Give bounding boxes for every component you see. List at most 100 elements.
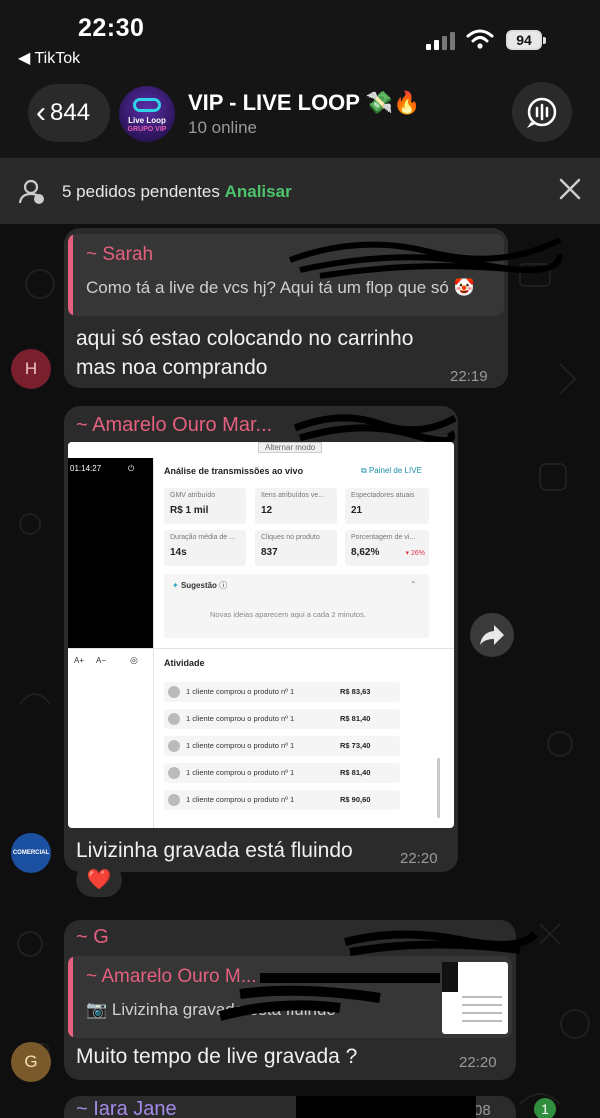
user-avatar[interactable]: H	[11, 349, 51, 389]
metric-value: 12	[261, 505, 273, 516]
power-icon: ⏻	[128, 464, 135, 473]
metric-value: R$ 1 mil	[170, 505, 209, 516]
message-time: 22:20	[400, 850, 438, 867]
product-thumb-icon	[168, 713, 180, 725]
message-sender[interactable]: ~ G	[76, 926, 109, 949]
online-count: 10 online	[188, 118, 258, 137]
back-to-app-link[interactable]: ◀ TikTok	[18, 48, 80, 68]
metric-label: Cliques no produto	[261, 534, 320, 541]
activity-row: 1 cliente comprou o produto nº 1 R$ 81,40	[164, 763, 400, 783]
message-text: Livizinha gravada está fluindo	[76, 839, 353, 862]
sparkle-icon: ✦	[172, 581, 179, 590]
user-avatar[interactable]: G	[11, 1042, 51, 1082]
product-thumb-icon	[168, 740, 180, 752]
metric-label: Espectadores atuais	[351, 492, 415, 499]
metric-card: Cliques no produto 837	[255, 530, 337, 566]
quote-bar	[68, 956, 73, 1038]
metric-card: Porcentagem de vi... 8,62% ▾ 26%	[345, 530, 429, 566]
metric-value: 837	[261, 547, 278, 558]
activity-price: R$ 81,40	[340, 714, 371, 723]
reaction-heart[interactable]: ❤️	[76, 863, 122, 897]
analyze-link[interactable]: Analisar	[225, 182, 292, 201]
message-time: 22:20	[459, 1054, 497, 1071]
message-sender[interactable]: ~ Iara Jane	[76, 1098, 177, 1118]
metric-card: Itens atribuídos ve... 12	[255, 488, 337, 524]
activity-text: 1 cliente comprou o produto nº 1	[186, 795, 295, 804]
status-bar: 22:30 ◀ TikTok 94	[0, 0, 600, 72]
redaction-scribble	[218, 973, 440, 1021]
back-button[interactable]: ‹ 844	[28, 84, 110, 142]
shot-divider	[153, 458, 154, 828]
metric-card: Duração média de ... 14s	[164, 530, 246, 566]
back-app-label: TikTok	[34, 50, 81, 67]
activity-price: R$ 83,63	[340, 687, 371, 696]
message-text: aqui só estao colocando no carrinho mas …	[76, 327, 414, 379]
metric-card: GMV atribuído R$ 1 mil	[164, 488, 246, 524]
forward-button[interactable]	[470, 613, 514, 657]
battery-icon: 94	[506, 30, 546, 50]
group-name[interactable]: VIP - LIVE LOOP 💸🔥	[188, 90, 420, 116]
activity-row: 1 cliente comprou o produto nº 1 R$ 73,40	[164, 736, 400, 756]
camera-icon: 📷	[86, 1000, 108, 1019]
product-thumb-icon	[168, 767, 180, 779]
activity-row: 1 cliente comprou o produto nº 1 R$ 90,60	[164, 790, 400, 810]
shot-top-tab: Alternar modo	[258, 442, 323, 453]
avatar-line1: Live Loop	[128, 116, 166, 125]
metric-label: GMV atribuído	[170, 492, 216, 499]
voice-chat-icon	[527, 97, 557, 128]
redaction-block	[296, 1096, 476, 1118]
unread-count: 844	[50, 99, 91, 126]
group-avatar[interactable]: Live Loop GRUPO VIP	[119, 86, 175, 142]
metric-card: Espectadores atuais 21	[345, 488, 429, 524]
metric-label: Porcentagem de vi...	[351, 534, 416, 541]
chat-area[interactable]: ~ Sarah Como tá a live de vcs hj? Aqui t…	[0, 224, 600, 1118]
message-sender[interactable]: ~ Amarelo Ouro Mar...	[76, 414, 272, 437]
forward-icon	[480, 625, 504, 645]
metric-delta: ▾ 26%	[405, 550, 425, 557]
activity-title: Atividade	[164, 658, 205, 668]
message-time: 22:19	[450, 368, 488, 385]
quoted-image-thumb	[442, 962, 508, 1034]
status-time: 22:30	[78, 14, 145, 42]
user-avatar[interactable]: COMERCIAL	[11, 833, 51, 873]
activity-text: 1 cliente comprou o produto nº 1	[186, 741, 295, 750]
activity-row: 1 cliente comprou o produto nº 1 R$ 83,63	[164, 682, 400, 702]
chat-header: ‹ 844 Live Loop GRUPO VIP VIP - LIVE LOO…	[0, 72, 600, 158]
help-icon: ⓘ	[219, 581, 228, 590]
close-icon[interactable]	[556, 175, 584, 203]
shot-timer: 01:14:27	[70, 464, 102, 473]
battery-level: 94	[516, 32, 532, 48]
unread-badge[interactable]: 1	[534, 1098, 556, 1118]
suggestion-title-text: Sugestão	[180, 581, 217, 590]
pending-requests-bar: 5 pedidos pendentes Analisar	[0, 158, 600, 224]
redaction-scribble	[288, 237, 563, 279]
activity-text: 1 cliente comprou o produto nº 1	[186, 687, 295, 696]
shot-panel-link: ⧉ Painel de LIVE	[361, 466, 422, 475]
pending-requests-text: 5 pedidos pendentes Analisar	[62, 182, 292, 202]
font-decrease: A−	[96, 656, 107, 665]
product-thumb-icon	[168, 686, 180, 698]
avatar-line2: GRUPO VIP	[127, 126, 167, 133]
activity-text: 1 cliente comprou o produto nº 1	[186, 714, 295, 723]
loop-logo-icon	[133, 98, 161, 112]
user-requests-icon	[18, 179, 44, 204]
message-time-partial: 08	[474, 1102, 491, 1118]
settings-icon: ◎	[130, 655, 138, 665]
metric-value: 21	[351, 505, 363, 516]
activity-row: 1 cliente comprou o produto nº 1 R$ 81,40	[164, 709, 400, 729]
collapse-chevron-icon: ⌃	[410, 580, 417, 589]
wifi-icon	[466, 29, 494, 49]
shot-video-preview	[68, 458, 153, 648]
metric-label: Itens atribuídos ve...	[261, 492, 325, 499]
chevron-left-icon: ‹	[36, 96, 46, 129]
shot-panel-link-label: Painel de LIVE	[368, 466, 422, 475]
activity-price: R$ 73,40	[340, 741, 371, 750]
product-thumb-icon	[168, 794, 180, 806]
voice-chat-button[interactable]	[512, 82, 572, 142]
message-text: Muito tempo de live gravada ?	[76, 1045, 358, 1068]
metric-value: 14s	[170, 547, 187, 558]
suggestion-title: ✦ Sugestão ⓘ	[172, 580, 227, 591]
activity-price: R$ 90,60	[340, 795, 371, 804]
screenshot-image[interactable]: Alternar modo 01:14:27 ⏻ Análise de tran…	[68, 442, 454, 828]
quoted-author: ~ Sarah	[86, 244, 154, 265]
